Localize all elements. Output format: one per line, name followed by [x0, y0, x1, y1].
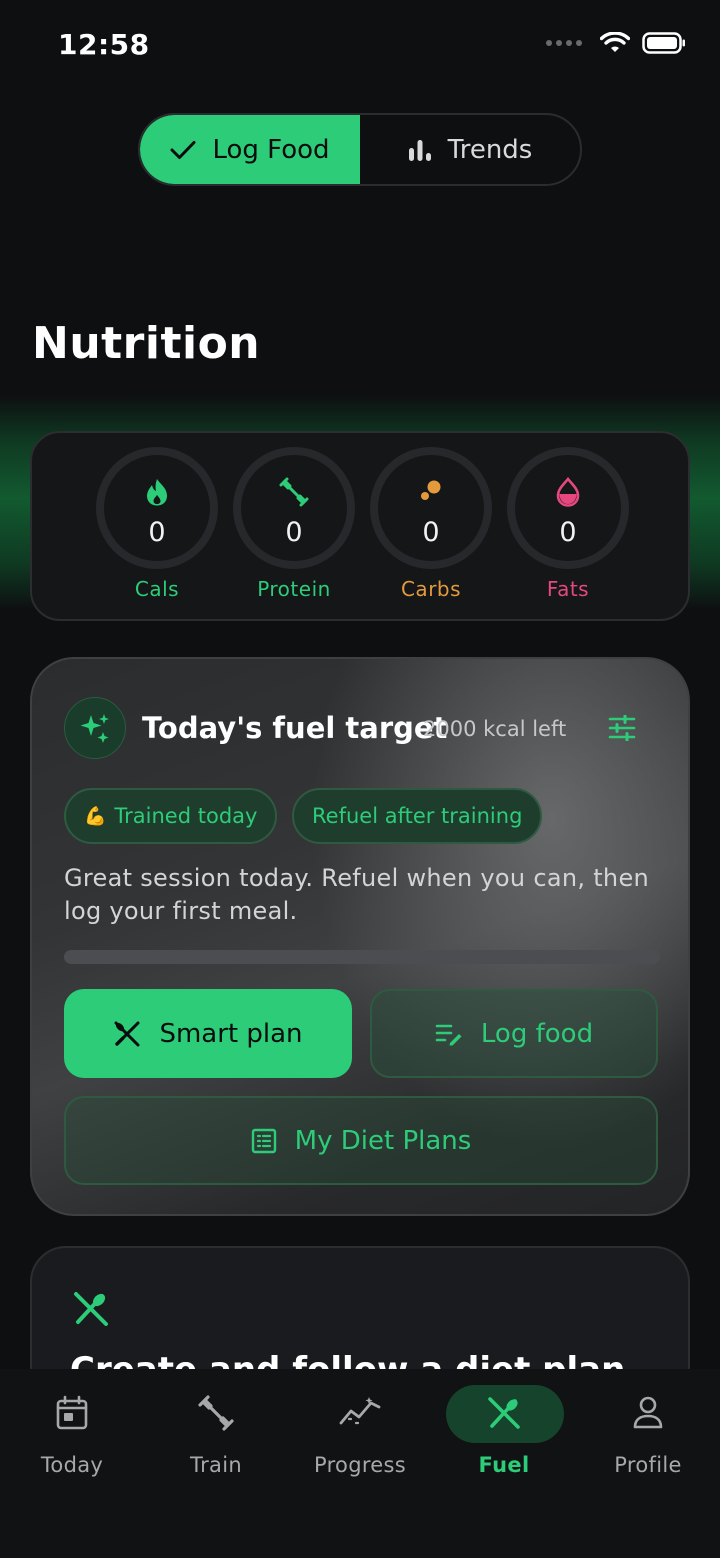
tab-fuel-label: Fuel — [478, 1453, 530, 1477]
smart-plan-label: Smart plan — [159, 1018, 303, 1049]
dumbbell-icon — [279, 477, 309, 507]
log-food-segment-label: Log Food — [212, 134, 330, 165]
dumbbell-icon — [198, 1395, 234, 1431]
check-icon — [170, 140, 196, 159]
settings-sliders-icon[interactable] — [608, 715, 636, 741]
macro-value-cals: 0 — [148, 517, 166, 548]
fuel-target-title: Today's fuel target — [142, 711, 448, 745]
list-box-icon — [251, 1128, 276, 1153]
flame-icon — [147, 479, 167, 506]
tab-today-label: Today — [40, 1453, 104, 1477]
fuel-progress-bar — [64, 950, 660, 964]
macro-value-protein: 0 — [285, 517, 303, 548]
tab-train[interactable]: Train — [144, 1369, 288, 1489]
edit-list-icon — [435, 1024, 462, 1045]
smart-plan-button[interactable]: Smart plan — [64, 989, 352, 1078]
carbs-dots-icon — [421, 480, 441, 500]
macro-value-carbs: 0 — [422, 517, 440, 548]
wifi-icon — [600, 32, 630, 52]
signal-dots-icon — [546, 40, 582, 46]
battery-icon — [642, 32, 685, 54]
macro-label-fats: Fats — [546, 577, 590, 601]
sparkles-badge — [64, 697, 126, 759]
tab-progress-label: Progress — [313, 1453, 407, 1477]
macro-summary-card: 0 Cals 0 Protein 0 Carbs 0 Fats — [30, 431, 690, 621]
sparkles-icon — [80, 714, 109, 743]
trend-icon — [339, 1397, 381, 1425]
my-diet-plans-button[interactable]: My Diet Plans — [64, 1096, 658, 1185]
log-food-segment[interactable]: Log Food — [140, 115, 360, 184]
status-time: 12:58 — [58, 28, 150, 61]
view-segmented-control: Log Food Trends — [138, 113, 582, 186]
trained-today-chip: 💪 Trained today — [64, 788, 278, 844]
person-icon — [633, 1396, 663, 1429]
tab-train-label: Train — [190, 1453, 242, 1477]
page-title: Nutrition — [32, 318, 261, 369]
macro-ring-carbs[interactable]: 0 Carbs — [370, 447, 492, 601]
fork-spoon-icon — [488, 1397, 520, 1429]
fork-knife-icon — [114, 1021, 140, 1046]
drop-icon — [556, 477, 580, 507]
tab-progress[interactable]: Progress — [288, 1369, 432, 1489]
fuel-target-card: Today's fuel target 2000 kcal left 💪 Tra… — [30, 657, 690, 1216]
log-food-button[interactable]: Log food — [370, 989, 658, 1078]
kcal-left-text: 2000 kcal left — [423, 717, 567, 741]
status-icons — [546, 32, 686, 54]
bar-chart-icon — [408, 139, 431, 161]
tab-profile[interactable]: Profile — [576, 1369, 720, 1489]
tab-profile-label: Profile — [614, 1453, 682, 1477]
macro-value-fats: 0 — [559, 517, 577, 548]
macro-ring-protein[interactable]: 0 Protein — [233, 447, 355, 601]
trends-segment-label: Trends — [447, 134, 533, 165]
trends-segment[interactable]: Trends — [360, 115, 580, 184]
macro-ring-fats[interactable]: 0 Fats — [507, 447, 629, 601]
refuel-chip: Refuel after training — [292, 788, 543, 844]
flexed-biceps-icon: 💪 — [84, 805, 107, 827]
tab-fuel[interactable]: Fuel — [432, 1369, 576, 1489]
calendar-icon — [56, 1395, 88, 1430]
fork-spoon-icon — [74, 1292, 108, 1326]
log-food-label: Log food — [480, 1018, 594, 1049]
refuel-label: Refuel after training — [312, 804, 523, 828]
bottom-tab-bar: Today Train Progress Fuel Profile — [0, 1369, 720, 1558]
status-bar: 12:58 — [0, 0, 720, 92]
fuel-description: Great session today. Refuel when you can… — [64, 864, 650, 925]
my-diet-plans-label: My Diet Plans — [294, 1125, 472, 1156]
tab-today[interactable]: Today — [0, 1369, 144, 1489]
trained-today-label: Trained today — [114, 804, 258, 828]
macro-ring-cals[interactable]: 0 Cals — [96, 447, 218, 601]
